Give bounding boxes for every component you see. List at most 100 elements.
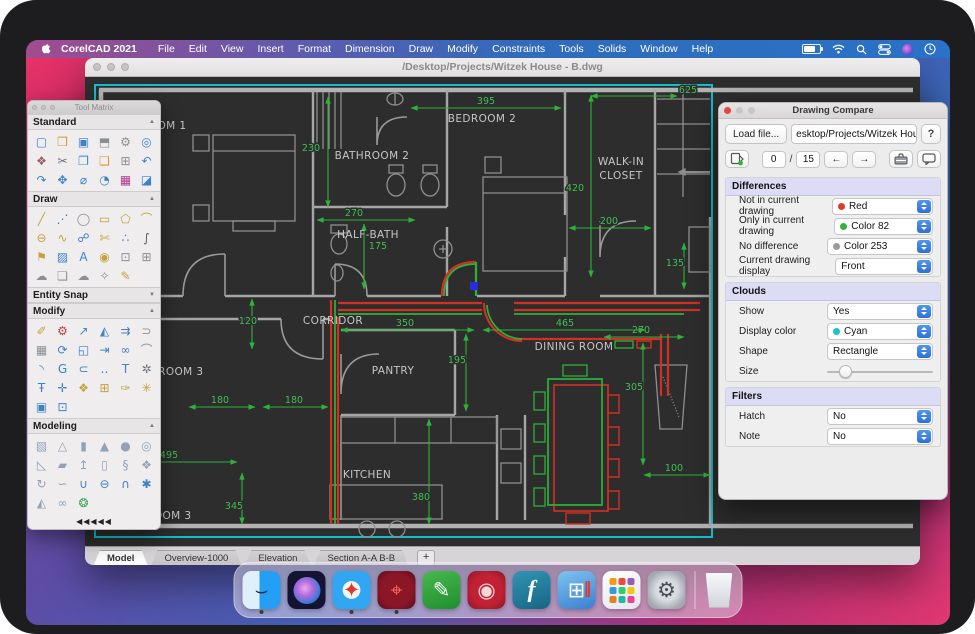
corel-photo-icon[interactable]: ◉: [468, 571, 506, 609]
copy-tool-icon[interactable]: ❐: [73, 151, 94, 170]
menu-item-insert[interactable]: Insert: [257, 43, 283, 55]
split-entity-tool-icon[interactable]: ✄: [94, 228, 115, 247]
split-tool-icon[interactable]: ✛: [52, 378, 73, 397]
deselect-box-tool-icon[interactable]: ⊡: [52, 397, 73, 416]
cylinder-tool-icon[interactable]: ▮: [73, 436, 94, 455]
corel-font-manager-icon[interactable]: f: [513, 571, 551, 609]
mask-tool-icon[interactable]: ❏: [52, 266, 73, 285]
wedge-tool-icon[interactable]: ◺: [31, 455, 52, 474]
weld-tool-icon[interactable]: ✳: [136, 378, 157, 397]
edit-text-tool-icon[interactable]: T: [115, 359, 136, 378]
finder-icon[interactable]: ⌣: [243, 571, 281, 609]
open-tool-icon[interactable]: ❒: [52, 132, 73, 151]
pattern-tool-icon[interactable]: ▦: [31, 340, 52, 359]
mirror-tool-icon[interactable]: ◭: [94, 321, 115, 340]
edit-solid-tool-icon[interactable]: ✱: [136, 474, 157, 493]
compare-toggle-button[interactable]: [725, 150, 749, 168]
section-header-modeling[interactable]: Modeling▲: [28, 418, 160, 434]
pipe-tool-icon[interactable]: ∽: [52, 474, 73, 493]
stretch-tool-icon[interactable]: Ŧ: [31, 378, 52, 397]
rectangle-tool-icon[interactable]: ▭: [94, 209, 115, 228]
slab-tool-icon[interactable]: ▰: [52, 455, 73, 474]
screen-share-icon[interactable]: ⊞‖: [558, 571, 596, 609]
search-icon[interactable]: [856, 44, 867, 55]
text-tool-icon[interactable]: A: [73, 247, 94, 266]
menu-item-format[interactable]: Format: [298, 43, 331, 55]
shape-popup[interactable]: Rectangle: [827, 343, 933, 360]
union-tool-icon[interactable]: ∪: [73, 474, 94, 493]
siri-icon[interactable]: [902, 44, 913, 55]
mesh-tool-icon[interactable]: ❖: [136, 455, 157, 474]
edit-arc-tool-icon[interactable]: ⌒: [136, 340, 157, 359]
callout-cloud-tool-icon[interactable]: ☁: [31, 266, 52, 285]
trash-icon[interactable]: [705, 573, 734, 608]
only-in-current-drawing-popup[interactable]: Color 82: [834, 218, 933, 235]
section-collapse-icon[interactable]: ▲: [149, 196, 155, 202]
scale-tool-icon[interactable]: ◱: [73, 340, 94, 359]
zoom-previous-tool-icon[interactable]: ◔: [94, 170, 115, 189]
move-tool-icon[interactable]: ↗: [73, 321, 94, 340]
help-button[interactable]: ?: [921, 124, 941, 144]
menu-item-view[interactable]: View: [221, 43, 244, 55]
polygon-tool-icon[interactable]: ⬠: [115, 209, 136, 228]
save-tool-icon[interactable]: ▣: [73, 132, 94, 151]
cone-tool-icon[interactable]: ▲: [94, 436, 115, 455]
corelcad-icon[interactable]: ⌖: [378, 571, 416, 609]
clock-icon[interactable]: [924, 43, 936, 55]
align-tool-icon[interactable]: ⇥: [94, 340, 115, 359]
pan-tool-icon[interactable]: ✥: [52, 170, 73, 189]
explode-tool-icon[interactable]: ✲: [136, 359, 157, 378]
menu-item-draw[interactable]: Draw: [409, 43, 434, 55]
freeform-shape-tool-icon[interactable]: ✧: [94, 266, 115, 285]
offset-tool-icon[interactable]: ⊃: [136, 321, 157, 340]
hatch-popup[interactable]: No: [827, 408, 933, 425]
gap-tool-icon[interactable]: ‥: [94, 359, 115, 378]
power-trim-tool-icon[interactable]: ⊂: [73, 359, 94, 378]
spline-tool-icon[interactable]: ∿: [52, 228, 73, 247]
intersect-tool-icon[interactable]: ∩: [115, 474, 136, 493]
size-slider[interactable]: [827, 363, 933, 380]
box-tool-icon[interactable]: ▧: [31, 436, 52, 455]
cylinders-tool-icon[interactable]: ∞: [52, 493, 73, 512]
subtract-tool-icon[interactable]: ⊖: [94, 474, 115, 493]
palette-collapse-handle[interactable]: ◀◀◀◀◀: [28, 514, 160, 529]
pyramid-tool-icon[interactable]: △: [52, 436, 73, 455]
redo-tool-icon[interactable]: ↷: [31, 170, 52, 189]
arc-3point-tool-icon[interactable]: ☍: [73, 228, 94, 247]
stamp-tool-icon[interactable]: ❖: [31, 151, 52, 170]
apple-menu[interactable]: [40, 43, 51, 56]
text-box-tool-icon[interactable]: ⊡: [115, 247, 136, 266]
print-setup-tool-icon[interactable]: ⚙: [115, 132, 136, 151]
edit-region-tool-icon[interactable]: ⊞: [94, 378, 115, 397]
window-title-bar[interactable]: /Desktop/Projects/Witzek House - B.dwg: [85, 58, 920, 77]
trim-tool-icon[interactable]: G: [52, 359, 73, 378]
settings-icon[interactable]: ⚙: [648, 571, 686, 609]
ring-tool-icon[interactable]: ◉: [94, 247, 115, 266]
circle-tool-icon[interactable]: ◯: [73, 209, 94, 228]
sketch-tool-icon[interactable]: ✎: [115, 266, 136, 285]
tool-matrix-title-bar[interactable]: Tool Matrix: [28, 101, 160, 114]
copy-entity-tool-icon[interactable]: ⇉: [115, 321, 136, 340]
compare-title-bar[interactable]: Drawing Compare: [719, 103, 947, 119]
slider-knob[interactable]: [839, 365, 852, 378]
corel-designer-icon[interactable]: ✎: [423, 571, 461, 609]
note-popup[interactable]: No: [827, 428, 933, 445]
menu-item-tools[interactable]: Tools: [559, 43, 584, 55]
section-collapse-icon[interactable]: ▲: [149, 308, 155, 314]
menu-item-window[interactable]: Window: [640, 43, 677, 55]
revolve-tool-icon[interactable]: ↻: [31, 474, 52, 493]
sphere-tool-icon[interactable]: ●: [115, 436, 136, 455]
no-difference-popup[interactable]: Color 253: [827, 238, 933, 255]
paste-special-tool-icon[interactable]: ⊞: [115, 151, 136, 170]
section-collapse-icon[interactable]: ▼: [149, 292, 155, 298]
section-header-modify[interactable]: Modify▲: [28, 303, 160, 319]
select-box-tool-icon[interactable]: ▣: [31, 397, 52, 416]
undo-tool-icon[interactable]: ↶: [136, 151, 157, 170]
launchpad-icon[interactable]: [603, 571, 641, 609]
menu-item-constraints[interactable]: Constraints: [492, 43, 545, 55]
load-file-button[interactable]: Load file...: [725, 124, 787, 144]
section-collapse-icon[interactable]: ▲: [149, 423, 155, 429]
line-tool-icon[interactable]: ╱: [31, 209, 52, 228]
zoom-dynamic-tool-icon[interactable]: ⌀: [73, 170, 94, 189]
section-header-draw[interactable]: Draw▲: [28, 191, 160, 207]
